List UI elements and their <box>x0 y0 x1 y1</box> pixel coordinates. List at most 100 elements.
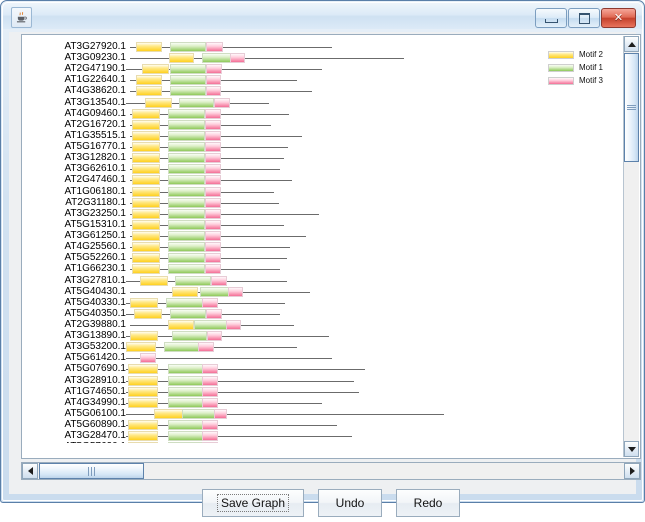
motif-block[interactable] <box>132 242 160 253</box>
motif-block[interactable] <box>128 375 158 386</box>
motif-block[interactable] <box>202 431 218 442</box>
motif-block[interactable] <box>136 42 162 52</box>
motif-block[interactable] <box>206 42 223 52</box>
motif-block[interactable] <box>205 242 221 253</box>
motif-block[interactable] <box>128 397 158 408</box>
motif-block[interactable] <box>170 42 206 52</box>
minimize-button[interactable] <box>535 8 567 28</box>
motif-block[interactable] <box>172 286 198 297</box>
motif-block[interactable] <box>132 264 160 275</box>
motif-block[interactable] <box>168 320 194 330</box>
redo-button[interactable]: Redo <box>396 489 461 517</box>
maximize-button[interactable] <box>568 8 600 28</box>
motif-block[interactable] <box>202 364 218 375</box>
vertical-scrollbar-thumb[interactable] <box>624 53 639 162</box>
motif-block[interactable] <box>205 253 221 264</box>
motif-block[interactable] <box>205 108 221 119</box>
motif-block[interactable] <box>168 130 205 141</box>
motif-block[interactable] <box>168 186 205 197</box>
motif-block[interactable] <box>132 175 160 186</box>
gene-row[interactable]: AT5G57620.1 <box>22 441 625 443</box>
save-graph-button[interactable]: Save Graph <box>201 489 305 517</box>
motif-block[interactable] <box>168 142 205 153</box>
motif-block[interactable] <box>140 353 156 364</box>
motif-block[interactable] <box>202 53 232 64</box>
motif-block[interactable] <box>170 308 206 319</box>
motif-block[interactable] <box>168 431 204 442</box>
motif-block[interactable] <box>206 308 222 319</box>
undo-button[interactable]: Undo <box>318 489 383 517</box>
scroll-left-button[interactable] <box>22 463 38 479</box>
motif-block[interactable] <box>168 375 204 386</box>
motif-block[interactable] <box>168 153 205 164</box>
motif-block[interactable] <box>168 219 205 230</box>
motif-block[interactable] <box>200 286 230 297</box>
motif-block[interactable] <box>128 386 158 397</box>
motif-block[interactable] <box>145 97 172 108</box>
motif-block[interactable] <box>132 253 160 264</box>
scroll-right-button[interactable] <box>624 463 640 479</box>
motif-block[interactable] <box>206 64 222 75</box>
motif-block[interactable] <box>130 331 158 342</box>
motif-block[interactable] <box>175 275 211 286</box>
motif-block[interactable] <box>202 297 218 308</box>
motif-block[interactable] <box>205 130 221 141</box>
motif-block[interactable] <box>132 142 160 153</box>
motif-block[interactable] <box>132 231 160 242</box>
motif-block[interactable] <box>168 442 204 443</box>
motif-block[interactable] <box>206 86 221 97</box>
motif-block[interactable] <box>205 264 221 275</box>
horizontal-scrollbar-thumb[interactable] <box>39 463 144 479</box>
motif-block[interactable] <box>205 197 221 208</box>
motif-block[interactable] <box>211 275 227 286</box>
motif-block[interactable] <box>168 231 205 242</box>
motif-block[interactable] <box>136 75 162 86</box>
motif-block[interactable] <box>168 208 205 219</box>
motif-block[interactable] <box>205 231 221 242</box>
motif-block[interactable] <box>206 75 221 86</box>
motif-block[interactable] <box>166 297 203 308</box>
motif-block[interactable] <box>128 442 158 443</box>
motif-block[interactable] <box>168 164 205 175</box>
motif-block[interactable] <box>172 331 207 342</box>
motif-block[interactable] <box>205 119 221 130</box>
motif-block[interactable] <box>205 186 221 197</box>
scroll-up-button[interactable] <box>624 36 639 52</box>
motif-block[interactable] <box>168 397 204 408</box>
motif-block[interactable] <box>169 53 194 64</box>
motif-block[interactable] <box>168 108 205 119</box>
motif-block[interactable] <box>202 397 218 408</box>
motif-block[interactable] <box>132 153 160 164</box>
motif-block[interactable] <box>130 297 158 308</box>
motif-block[interactable] <box>168 119 205 130</box>
motif-block[interactable] <box>128 364 158 375</box>
motif-block[interactable] <box>134 308 162 319</box>
motif-block[interactable] <box>202 375 218 386</box>
motif-block[interactable] <box>214 408 227 419</box>
motif-block[interactable] <box>226 320 241 330</box>
motif-graph-canvas[interactable]: AT3G27920.1 AT3G09230.1 AT2G47190.1 AT1G226… <box>22 35 625 443</box>
motif-block[interactable] <box>168 264 205 275</box>
motif-block[interactable] <box>168 364 204 375</box>
motif-block[interactable] <box>202 386 218 397</box>
motif-block[interactable] <box>202 420 218 431</box>
motif-block[interactable] <box>205 142 221 153</box>
motif-block[interactable] <box>132 219 160 230</box>
motif-block[interactable] <box>132 108 160 119</box>
motif-block[interactable] <box>168 420 204 431</box>
scroll-down-button[interactable] <box>624 441 639 457</box>
motif-block[interactable] <box>170 75 206 86</box>
motif-block[interactable] <box>170 86 206 97</box>
motif-block[interactable] <box>128 431 158 442</box>
motif-block[interactable] <box>132 197 160 208</box>
motif-block[interactable] <box>205 208 221 219</box>
motif-block[interactable] <box>228 286 243 297</box>
title-bar[interactable]: ✕ <box>3 3 642 29</box>
motif-block[interactable] <box>202 442 218 443</box>
motif-block[interactable] <box>136 86 162 97</box>
motif-block[interactable] <box>168 386 204 397</box>
motif-block[interactable] <box>182 408 216 419</box>
motif-block[interactable] <box>205 153 221 164</box>
motif-block[interactable] <box>205 164 221 175</box>
motif-block[interactable] <box>214 97 230 108</box>
